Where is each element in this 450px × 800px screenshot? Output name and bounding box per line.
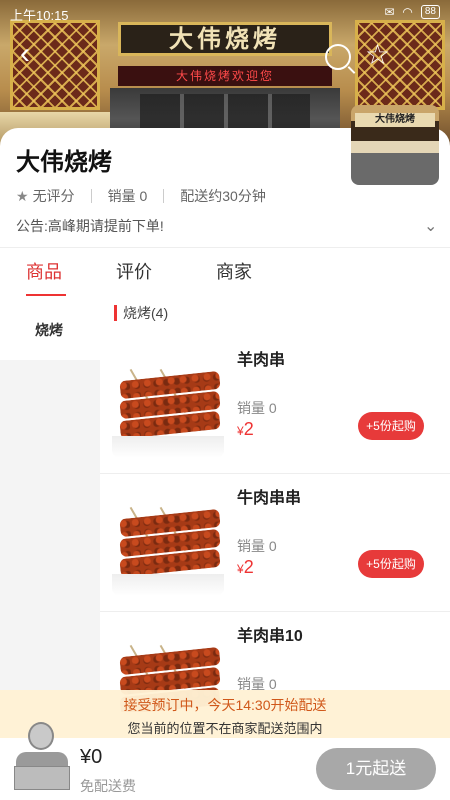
wifi-icon: ◠ (402, 5, 413, 19)
category-item-bbq[interactable]: 烧烤 (0, 300, 100, 360)
tab-merchant[interactable]: 商家 (216, 258, 252, 284)
cart-icon[interactable] (12, 722, 70, 792)
tab-active-indicator (26, 294, 66, 296)
product-image (112, 346, 224, 458)
star-icon: ★ (16, 187, 29, 204)
banner-sign: 大伟烧烤 (118, 22, 332, 56)
battery-icon: 88 (420, 5, 440, 19)
chevron-left-icon: ‹ (20, 37, 30, 70)
shipping-fee-text: 免配送费 (80, 778, 136, 794)
category-label: 烧烤 (35, 322, 63, 338)
back-button[interactable]: ‹ (20, 37, 50, 70)
checkout-button[interactable]: 1元起送 (316, 748, 436, 790)
chevron-down-icon[interactable]: ⌄ (424, 216, 437, 236)
preorder-message: 接受预订中，今天14:30开始配送 (123, 697, 327, 713)
product-price: ¥2 (237, 557, 254, 577)
add-min-quantity-button[interactable]: +5份起购 (358, 550, 424, 578)
section-title: 烧烤(4) (114, 305, 168, 321)
divider (0, 247, 450, 248)
shop-meta: ★ 无评分 销量 0 配送约30分钟 (16, 186, 266, 206)
sales-text: 销量 0 (107, 188, 148, 204)
shop-logo-sign: 大伟烧烤 (355, 113, 435, 127)
shop-name: 大伟烧烤 (16, 149, 112, 176)
search-icon[interactable] (325, 44, 351, 70)
star-favorite-icon[interactable]: ☆ (365, 40, 390, 70)
shop-logo: 大伟烧烤 (351, 105, 439, 185)
status-time: 上午10:15 (10, 8, 69, 23)
product-sales: 销量 0 (237, 538, 277, 554)
status-bar: 上午10:15 ✉ ◠ 88 (0, 0, 450, 26)
product-item[interactable]: 牛肉串串 销量 0 ¥2 +5份起购 (100, 474, 450, 612)
notification-icon: ✉ (384, 5, 395, 19)
product-image (112, 484, 224, 596)
shop-notice: 公告:高峰期请提前下单! (16, 218, 164, 234)
tab-reviews[interactable]: 评价 (116, 258, 152, 284)
tab-bar: 商品 评价 商家 (0, 258, 450, 298)
cart-total: ¥0 (80, 746, 103, 768)
product-item[interactable]: 羊肉串 销量 0 ¥2 +5份起购 (100, 336, 450, 474)
product-name: 羊肉串 (237, 352, 286, 369)
status-icons: ✉ ◠ 88 (384, 5, 440, 19)
product-sales: 销量 0 (237, 400, 277, 416)
rating-text: 无评分 (32, 188, 75, 204)
tab-products[interactable]: 商品 (26, 258, 62, 284)
product-name: 羊肉串10 (237, 628, 303, 645)
meta-divider (163, 189, 165, 203)
cart-bar: ¥0 免配送费 1元起送 (0, 722, 450, 800)
add-min-quantity-button[interactable]: +5份起购 (358, 412, 424, 440)
delivery-time-text: 配送约30分钟 (180, 188, 266, 204)
product-price: ¥2 (237, 419, 254, 439)
banner-led-sign: 大伟烧烤欢迎您 (118, 66, 332, 86)
meta-divider (90, 189, 92, 203)
product-name: 牛肉串串 (237, 490, 302, 507)
